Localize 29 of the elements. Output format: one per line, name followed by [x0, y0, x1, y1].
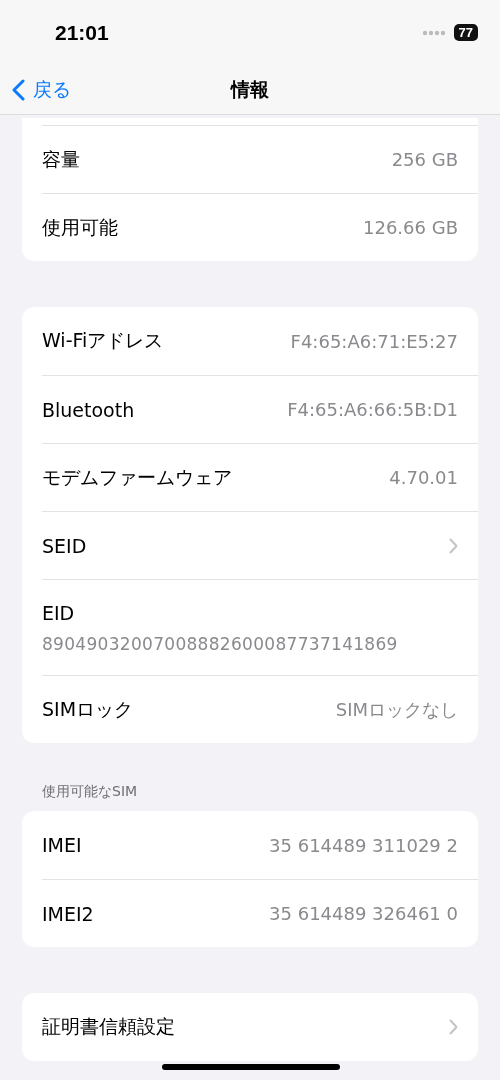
page-title: 情報 [231, 76, 269, 102]
row-value: 35 614489 326461 0 [269, 903, 458, 924]
row-value: 256 GB [391, 149, 458, 170]
row-label: 容量 [42, 146, 80, 172]
row-label: Bluetooth [42, 398, 135, 421]
row-value: 126.66 GB [363, 217, 458, 238]
row-label[interactable]: SEID [42, 534, 87, 557]
row-label: SIMロック [42, 696, 134, 722]
row-value: 35 614489 311029 2 [269, 834, 458, 856]
back-button[interactable]: 戻る [12, 77, 71, 103]
chevron-left-icon [12, 79, 25, 101]
row-value: 89049032007008882600087737141869 [42, 633, 398, 654]
row-value: SIMロックなし [335, 697, 458, 722]
row-value: 4.70.01 [389, 467, 458, 488]
row-label: IMEI2 [42, 902, 94, 925]
row-value: F4:65:A6:66:5B:D1 [287, 399, 458, 420]
status-time: 21:01 [55, 20, 109, 45]
chevron-right-icon[interactable] [449, 537, 458, 554]
chevron-right-icon[interactable] [449, 1019, 458, 1035]
row-value: F4:65:A6:71:E5:27 [290, 330, 458, 352]
row-label[interactable]: 証明書信頼設定 [42, 1014, 175, 1040]
row-label: IMEI [42, 834, 82, 856]
row-label: 使用可能 [42, 214, 118, 240]
row-label: EID [42, 601, 75, 624]
row-label: モデムファームウェア [42, 464, 232, 490]
row-label: Wi-Fiアドレス [42, 328, 164, 353]
no-signal-icon [421, 29, 446, 36]
battery-level: 77 [453, 24, 478, 41]
section-header: 使用可能なSIM [41, 783, 139, 801]
